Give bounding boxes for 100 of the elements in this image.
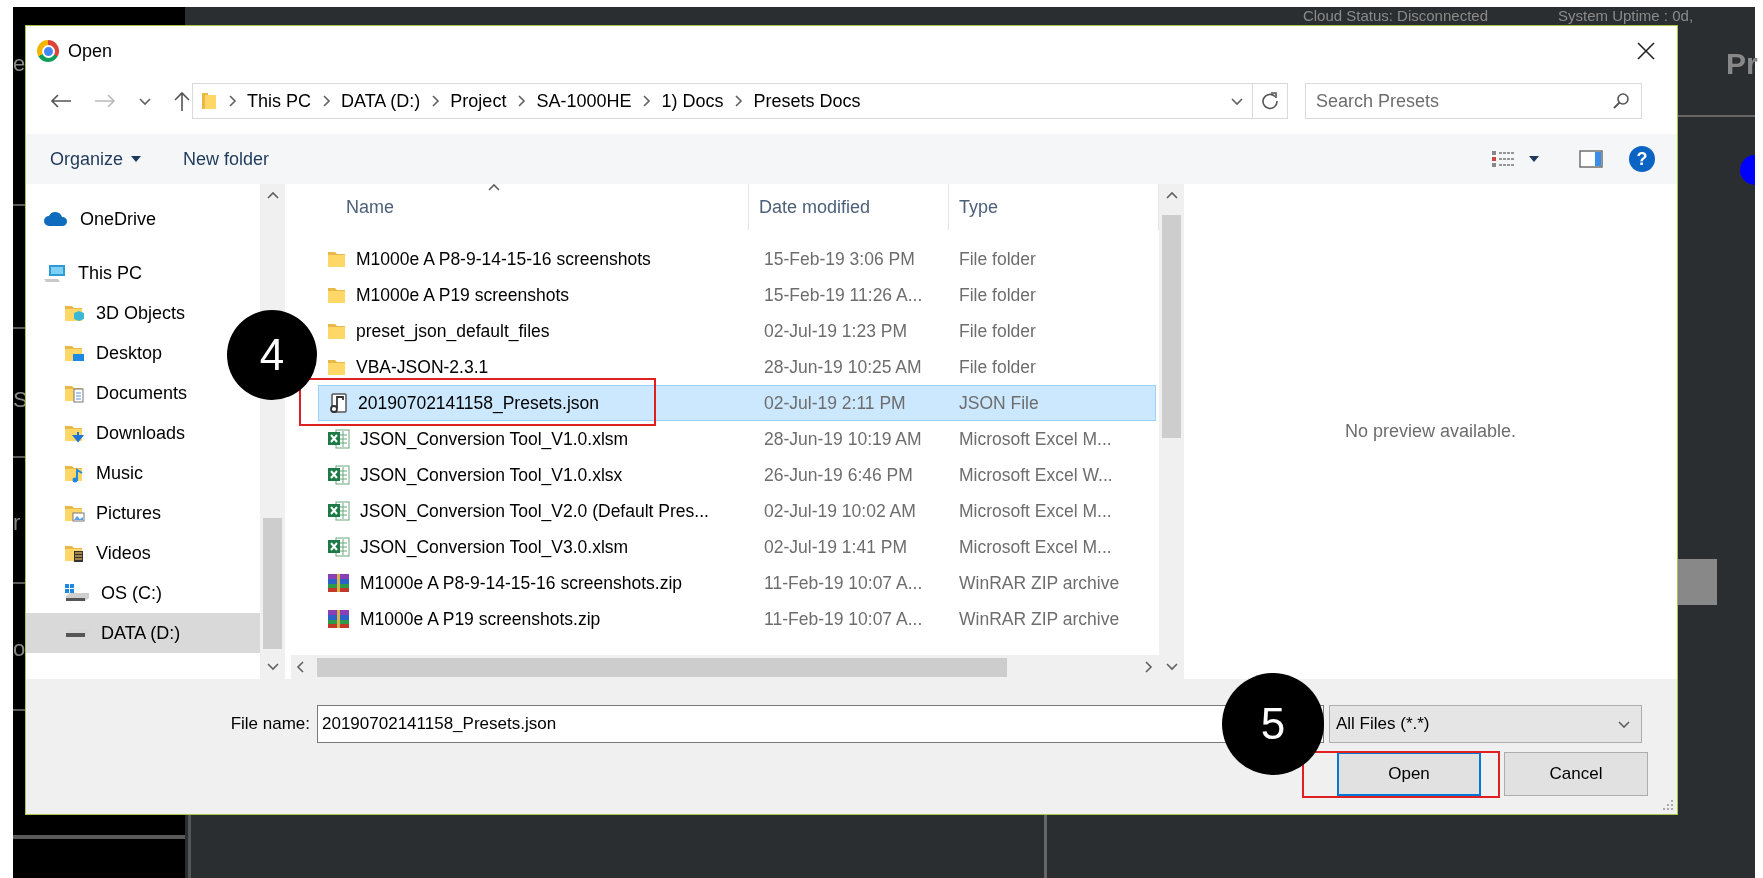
- scrollbar-thumb[interactable]: [1162, 215, 1181, 438]
- caret-icon[interactable]: [1529, 156, 1539, 162]
- nav-item[interactable]: 3D Objects: [26, 293, 192, 333]
- file-row[interactable]: 20190702141158_Presets.json 02-Jul-19 2:11 PM JSON File: [318, 385, 1156, 421]
- refresh-icon: [1261, 92, 1279, 110]
- scroll-left-icon[interactable]: [295, 661, 305, 673]
- folder-icon: [64, 503, 85, 523]
- file-row[interactable]: M1000e A P19 screenshots.zip 11-Feb-19 10:07 A... WinRAR ZIP archive: [318, 601, 1156, 637]
- help-button[interactable]: ?: [1629, 146, 1655, 172]
- spreadsheet-icon: [327, 500, 351, 522]
- scroll-down-icon[interactable]: [265, 661, 280, 671]
- scroll-right-icon[interactable]: [1143, 661, 1153, 673]
- window-title: Open: [68, 40, 114, 62]
- file-row[interactable]: M1000e A P8-9-14-15-16 screenshots 15-Feb-19 3:06 PM File folder: [318, 241, 1156, 277]
- file-row[interactable]: VBA-JSON-2.3.1 28-Jun-19 10:25 AM File folder: [318, 349, 1156, 385]
- breadcrumb-item[interactable]: Presets Docs: [753, 90, 861, 112]
- file-name: preset_json_default_files: [356, 320, 550, 342]
- status-text: System Uptime : 0d,: [1558, 7, 1695, 24]
- scroll-up-icon[interactable]: [265, 190, 280, 200]
- chevron-right-icon: [733, 95, 744, 107]
- breadcrumb-item[interactable]: SA-1000HE: [536, 90, 632, 112]
- file-type: File folder: [958, 284, 1037, 306]
- open-button[interactable]: Open: [1337, 752, 1481, 796]
- file-name: M1000e A P19 screenshots: [356, 284, 570, 306]
- nav-item[interactable]: Downloads: [26, 413, 192, 453]
- chevron-right-icon: [430, 95, 441, 107]
- new-folder-button[interactable]: New folder: [183, 144, 270, 174]
- date-modified: 28-Jun-19 10:19 AM: [763, 428, 923, 450]
- file-row[interactable]: JSON_Conversion Tool_V3.0.xlsm 02-Jul-19 1:41 PM Microsoft Excel M...: [318, 529, 1156, 565]
- step-marker: 4: [227, 310, 317, 400]
- spreadsheet-icon: [327, 464, 351, 486]
- field-label: File name:: [229, 714, 311, 734]
- folder-icon: [64, 303, 85, 323]
- nav-item[interactable]: Music: [26, 453, 149, 493]
- file-row[interactable]: JSON_Conversion Tool_V1.0.xlsx 26-Jun-19 6:46 PM Microsoft Excel W...: [318, 457, 1156, 493]
- nav-item[interactable]: OS (C:): [26, 573, 168, 613]
- computer-icon: [43, 263, 67, 283]
- search-field[interactable]: Search Presets: [1305, 83, 1642, 119]
- date-modified: 02-Jul-19 10:02 AM: [763, 500, 917, 522]
- organize-menu[interactable]: Organize: [50, 144, 142, 174]
- nav-item[interactable]: DATA (D:): [26, 613, 260, 653]
- scrollbar[interactable]: [1159, 184, 1184, 679]
- folder-icon: [327, 249, 347, 269]
- file-row[interactable]: M1000e A P8-9-14-15-16 screenshots.zip 11-Feb-19 10:07 A... WinRAR ZIP archive: [318, 565, 1156, 601]
- nav-item[interactable]: Pictures: [26, 493, 168, 533]
- view-list-icon[interactable]: [1491, 149, 1515, 169]
- resize-grip-icon[interactable]: [1662, 799, 1674, 811]
- file-type: Microsoft Excel M...: [958, 536, 1113, 558]
- scrollbar[interactable]: [291, 655, 1159, 679]
- scrollbar-thumb[interactable]: [263, 518, 282, 649]
- nav-item[interactable]: This PC: [26, 253, 148, 293]
- folder-icon: [327, 321, 347, 341]
- cloud-icon: [43, 210, 69, 228]
- scrollbar-thumb[interactable]: [317, 657, 1007, 677]
- column-header[interactable]: Date modified: [749, 184, 949, 230]
- status-text: Cloud Status: Disconnected: [1302, 7, 1488, 24]
- chevron-down-icon[interactable]: [138, 96, 152, 106]
- file-type: File folder: [958, 356, 1037, 378]
- file-name: JSON_Conversion Tool_V1.0.xlsm: [360, 428, 629, 450]
- breadcrumb-item[interactable]: This PC: [247, 90, 311, 112]
- sidebar-label[interactable]: e: [13, 51, 26, 77]
- breadcrumb-item[interactable]: 1) Docs: [661, 90, 724, 112]
- sidebar-label[interactable]: o: [13, 636, 26, 662]
- scroll-down-icon[interactable]: [1164, 661, 1179, 671]
- address-bar[interactable]: This PC DATA (D:) Project SA-1000HE 1) Docs Presets Docs: [192, 83, 1288, 119]
- file-row[interactable]: JSON_Conversion Tool_V1.0.xlsm 28-Jun-19 10:19 AM Microsoft Excel M...: [318, 421, 1156, 457]
- close-icon[interactable]: [1637, 42, 1655, 60]
- file-row[interactable]: preset_json_default_files 02-Jul-19 1:23 PM File folder: [318, 313, 1156, 349]
- sidebar-label[interactable]: r: [13, 510, 21, 536]
- file-name: M1000e A P8-9-14-15-16 screenshots: [356, 248, 651, 270]
- nav-item[interactable]: Videos: [26, 533, 157, 573]
- folder-icon: [201, 91, 217, 111]
- date-modified: 02-Jul-19 1:23 PM: [763, 320, 908, 342]
- spreadsheet-icon: [327, 536, 351, 558]
- date-modified: 02-Jul-19 2:11 PM: [763, 392, 907, 414]
- file-name: M1000e A P8-9-14-15-16 screenshots.zip: [360, 572, 682, 594]
- nav-item[interactable]: Desktop: [26, 333, 169, 373]
- nav-item[interactable]: OneDrive: [26, 199, 163, 239]
- back-arrow-icon[interactable]: [50, 93, 72, 109]
- column-header[interactable]: Name: [291, 184, 749, 230]
- chevron-right-icon: [321, 95, 331, 107]
- file-type-dropdown[interactable]: All Files (*.*): [1329, 705, 1642, 743]
- preview-pane-icon[interactable]: [1579, 149, 1603, 169]
- date-modified: 15-Feb-19 3:06 PM: [763, 248, 916, 270]
- chevron-down-icon: [1617, 719, 1631, 729]
- scroll-up-icon[interactable]: [1164, 190, 1179, 200]
- chevron-right-icon: [516, 95, 527, 107]
- file-row[interactable]: M1000e A P19 screenshots 15-Feb-19 11:26 A... File folder: [318, 277, 1156, 313]
- cancel-button[interactable]: Cancel: [1504, 752, 1648, 796]
- archive-icon: [327, 573, 351, 593]
- up-arrow-icon[interactable]: [174, 91, 190, 111]
- breadcrumb-item[interactable]: DATA (D:): [341, 90, 421, 112]
- nav-item[interactable]: Documents: [26, 373, 194, 413]
- file-row[interactable]: JSON_Conversion Tool_V2.0 (Default Pres... 02-Jul-19 10:02 AM Microsoft Excel M...: [318, 493, 1156, 529]
- file-type: Microsoft Excel M...: [958, 500, 1113, 522]
- file-type: Microsoft Excel M...: [958, 428, 1113, 450]
- file-name: JSON_Conversion Tool_V1.0.xlsx: [360, 464, 623, 486]
- date-modified: 15-Feb-19 11:26 A...: [763, 284, 924, 306]
- chevron-right-icon: [641, 95, 652, 107]
- breadcrumb-item[interactable]: Project: [450, 90, 507, 112]
